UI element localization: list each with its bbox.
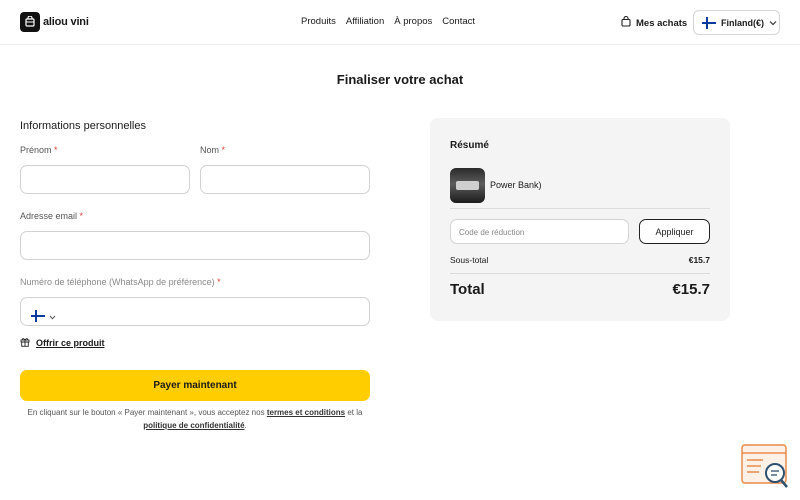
- nav-item-a-propos[interactable]: À propos: [394, 16, 432, 27]
- email-field[interactable]: [20, 231, 370, 260]
- main-nav: Produits Affiliation À propos Contact: [301, 16, 475, 27]
- total-row: Total €15.7: [450, 281, 710, 298]
- last-name-field[interactable]: [200, 165, 370, 194]
- brand-name: aliou vini: [43, 16, 89, 28]
- email-label-text: Adresse email: [20, 211, 78, 221]
- terms-link[interactable]: termes et conditions: [267, 408, 345, 417]
- chevron-down-icon: [49, 307, 56, 325]
- gift-icon: [20, 337, 30, 349]
- terms-suffix: .: [244, 421, 247, 430]
- required-mark: *: [221, 145, 226, 155]
- total-label: Total: [450, 281, 485, 298]
- country-label: Finland(€): [721, 17, 764, 28]
- product-name: Power Bank): [490, 180, 542, 190]
- total-value: €15.7: [672, 281, 710, 298]
- privacy-link[interactable]: politique de confidentialité: [143, 421, 244, 430]
- terms-prefix: En cliquant sur le bouton « Payer mainte…: [27, 408, 265, 417]
- order-summary: Résumé Power Bank) Code de réduction App…: [430, 118, 730, 321]
- shop-icon: [20, 12, 40, 32]
- required-mark: *: [54, 145, 58, 155]
- last-name-label: Nom *: [200, 145, 225, 155]
- chevron-down-icon: [769, 18, 777, 28]
- summary-divider: [450, 273, 710, 274]
- first-name-field[interactable]: [20, 165, 190, 194]
- first-name-label: Prénom *: [20, 145, 58, 155]
- product-thumbnail: [450, 168, 485, 203]
- gift-product-link[interactable]: Offrir ce produit: [20, 337, 105, 349]
- phone-label: Numéro de téléphone (WhatsApp de préfére…: [20, 277, 221, 287]
- site-header: aliou vini Produits Affiliation À propos…: [0, 0, 800, 45]
- terms-mid: et la: [347, 408, 363, 417]
- shopping-bag-icon: [621, 15, 631, 30]
- phone-label-text: Numéro de téléphone (WhatsApp de préfére…: [20, 277, 215, 287]
- first-name-label-text: Prénom: [20, 145, 52, 155]
- required-mark: *: [217, 277, 221, 287]
- subtotal-label: Sous-total: [450, 255, 489, 265]
- gift-label: Offrir ce produit: [36, 338, 105, 348]
- page-title: Finaliser votre achat: [336, 72, 464, 87]
- subtotal-value: €15.7: [688, 255, 710, 265]
- personal-info-heading: Informations personnelles: [20, 120, 146, 132]
- country-selector[interactable]: Finland(€): [693, 10, 780, 35]
- brand-logo[interactable]: aliou vini: [20, 12, 89, 32]
- apply-promo-button[interactable]: Appliquer: [639, 219, 710, 244]
- nav-item-produits[interactable]: Produits: [301, 16, 336, 27]
- terms-notice: En cliquant sur le bouton « Payer mainte…: [20, 406, 370, 432]
- promo-code-input[interactable]: Code de réduction: [450, 219, 629, 244]
- pay-now-button[interactable]: Payer maintenant: [20, 370, 370, 401]
- email-label: Adresse email *: [20, 211, 83, 221]
- summary-divider: [450, 208, 710, 209]
- phone-field[interactable]: [20, 297, 370, 326]
- finland-flag-icon: [31, 310, 45, 322]
- phone-country-selector[interactable]: [31, 307, 56, 325]
- last-name-label-text: Nom: [200, 145, 220, 155]
- nav-item-affiliation[interactable]: Affiliation: [346, 16, 384, 27]
- nav-item-contact[interactable]: Contact: [442, 16, 475, 27]
- required-mark: *: [79, 211, 84, 221]
- subtotal-row: Sous-total €15.7: [450, 255, 710, 265]
- help-search-widget-icon[interactable]: [741, 444, 791, 490]
- my-orders-label: Mes achats: [636, 17, 688, 29]
- summary-title: Résumé: [450, 140, 489, 151]
- finland-flag-icon: [702, 16, 716, 29]
- my-orders-link[interactable]: Mes achats: [621, 15, 688, 30]
